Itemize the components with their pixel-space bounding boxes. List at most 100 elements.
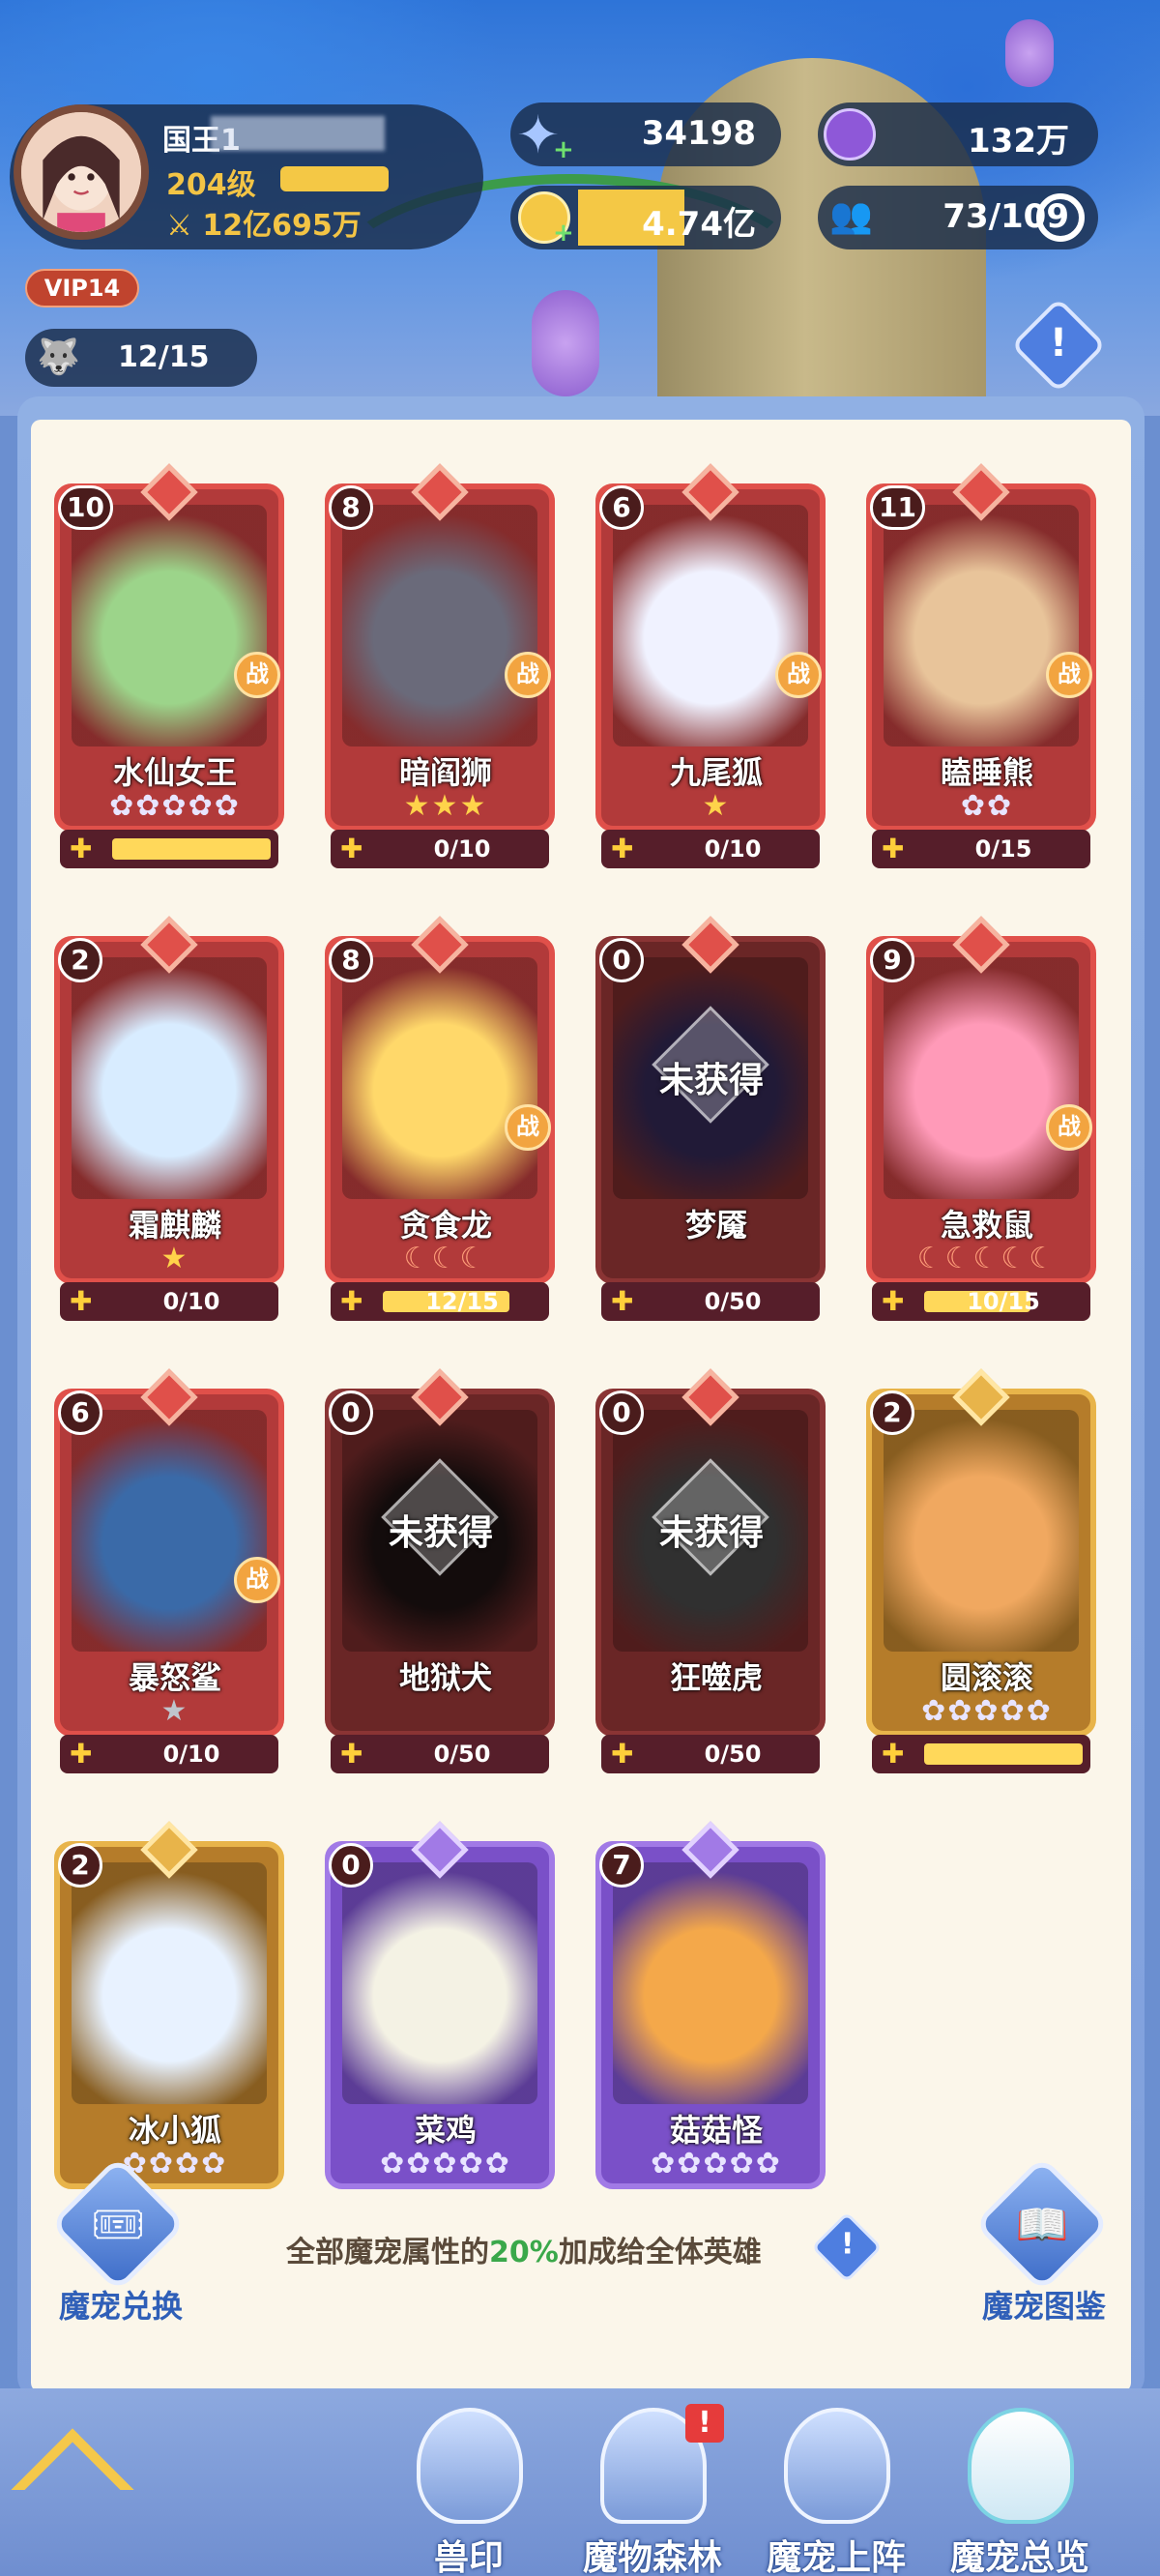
pet-name: 瞌睡熊 (940, 754, 1033, 791)
shard-count: 12/15 (425, 1288, 499, 1315)
pet-star-rating: ✿✿✿✿✿ (921, 1694, 1053, 1728)
add-icon[interactable]: + (553, 135, 574, 164)
pet-card[interactable]: 急救鼠 ☾☾☾☾☾ 9 战 ✚ 10/15 (866, 916, 1096, 1323)
pet-portrait (72, 505, 267, 746)
pet-name: 九尾狐 (669, 754, 763, 791)
level-progress-bar (280, 166, 389, 191)
pet-card[interactable]: 圆滚滚 ✿✿✿✿✿ 2 ✚ (866, 1368, 1096, 1775)
avatar-portrait-icon (21, 112, 141, 232)
shard-progress-bar: ✚ 0/15 (872, 830, 1090, 868)
tab-beast-seal[interactable]: 兽印 (382, 2408, 556, 2576)
sword-shield-icon (784, 2408, 890, 2524)
puzzle-piece-icon: ✚ (70, 833, 93, 864)
pet-level-badge: 7 (599, 1843, 644, 1888)
shard-count: 10/15 (967, 1288, 1040, 1315)
bonus-info-button[interactable]: ! (811, 2211, 883, 2283)
shard-count: 0/10 (162, 1741, 220, 1768)
pet-name: 贪食龙 (398, 1207, 492, 1244)
tab-monster-forest[interactable]: 魔物森林 ! (566, 2404, 740, 2576)
battle-badge: 战 (1046, 1104, 1092, 1151)
puzzle-piece-icon: ✚ (882, 833, 905, 864)
shard-progress-bar: ✚ (872, 1735, 1090, 1773)
pet-star-rating: ☾☾☾☾☾ (916, 1242, 1058, 1275)
pet-level-badge: 2 (870, 1390, 914, 1435)
back-arrow-icon[interactable] (11, 2428, 134, 2552)
pet-level-badge: 10 (58, 485, 113, 530)
purple-currency-pill[interactable]: 132万 (818, 102, 1098, 166)
pet-portrait (342, 1862, 537, 2104)
bonus-description: 全部魔宠属性的20%加成给全体英雄 (286, 2228, 762, 2270)
exclamation-icon: ! (1049, 321, 1068, 366)
crossed-swords-icon: ⚔ (166, 209, 192, 243)
shard-progress-bar: ✚ 0/10 (331, 830, 549, 868)
pet-name: 水仙女王 (112, 754, 237, 791)
puzzle-piece-icon: ✚ (340, 1738, 363, 1770)
pet-portrait (72, 1410, 267, 1652)
tab-pet-overview[interactable]: 魔宠总览 (933, 2408, 1107, 2576)
pet-card[interactable]: 水仙女王 ✿✿✿✿✿ 10 战 ✚ (54, 463, 284, 870)
gold-pill[interactable]: + 4.74亿 (510, 186, 781, 249)
pet-card[interactable]: 九尾狐 ★ 6 战 ✚ 0/10 (595, 463, 826, 870)
pet-portrait (884, 957, 1079, 1199)
shard-count: 0/50 (704, 1741, 762, 1768)
wolf-icon: 🐺 (37, 337, 80, 377)
pet-card[interactable]: 狂噬虎 0 未获得 ✚ 0/50 (595, 1368, 826, 1775)
pet-name: 暴怒鲨 (128, 1659, 221, 1696)
pet-star-rating: ★ (160, 1694, 189, 1728)
flower-decoration (1005, 19, 1054, 87)
tab-pet-deploy[interactable]: 魔宠上阵 (749, 2408, 923, 2576)
shard-count: 0/15 (974, 835, 1032, 863)
card-frame: 霜麒麟 ★ (54, 936, 284, 1284)
battle-badge: 战 (234, 652, 280, 698)
pet-card[interactable]: 梦魇 0 未获得 ✚ 0/50 (595, 916, 826, 1323)
shard-progress-fill (112, 838, 271, 860)
tab-label: 兽印 (433, 2538, 504, 2576)
battle-badge: 战 (505, 652, 551, 698)
ticket-icon: 🎟 (91, 2200, 145, 2250)
party-pill[interactable]: 👥 73/109 (818, 186, 1098, 249)
battle-badge: 战 (234, 1557, 280, 1603)
puzzle-piece-icon: ✚ (340, 833, 363, 864)
battle-badge: 战 (1046, 652, 1092, 698)
pet-codex-label: 魔宠图鉴 (981, 2288, 1106, 2325)
puzzle-piece-icon: ✚ (882, 1285, 905, 1317)
pet-portrait (613, 505, 808, 746)
puzzle-piece-icon: ✚ (611, 1738, 634, 1770)
battle-badge: 战 (775, 652, 822, 698)
shard-progress-bar: ✚ 0/10 (60, 1282, 278, 1321)
shard-progress-bar: ✚ 0/50 (601, 1282, 820, 1321)
diamond-pill[interactable]: ✦ + 34198 (510, 102, 781, 166)
pet-card[interactable]: 瞌睡熊 ✿✿ 11 战 ✚ 0/15 (866, 463, 1096, 870)
pet-card[interactable]: 暴怒鲨 ★ 6 战 ✚ 0/10 (54, 1368, 284, 1775)
panel-footer: 🎟 魔宠兑换 全部魔宠属性的20%加成给全体英雄 ! 📖 魔宠图鉴 (0, 2137, 1160, 2359)
pet-card[interactable]: 暗阎狮 ★★★ 8 战 ✚ 0/10 (325, 463, 555, 870)
pet-name: 急救鼠 (940, 1207, 1033, 1244)
puzzle-piece-icon: ✚ (611, 833, 634, 864)
battle-badge: 战 (505, 1104, 551, 1151)
pet-star-rating: ✿✿✿✿✿ (109, 789, 241, 823)
pet-exchange-button[interactable]: 🎟 (49, 2155, 187, 2293)
add-icon[interactable]: + (553, 219, 574, 248)
pet-codex-button[interactable]: 📖 (973, 2155, 1111, 2293)
pet-level-badge: 9 (870, 938, 914, 982)
pet-card[interactable]: 霜麒麟 ★ 2 ✚ 0/10 (54, 916, 284, 1323)
name-blur-mask (211, 116, 385, 151)
pet-name: 暗阎狮 (398, 754, 492, 791)
pet-card[interactable]: 贪食龙 ☾☾☾ 8 战 ✚ 12/15 (325, 916, 555, 1323)
pet-level-badge: 2 (58, 938, 102, 982)
avatar[interactable] (14, 104, 149, 240)
shard-progress-fill (924, 1743, 1083, 1765)
tab-label: 魔宠总览 (949, 2538, 1089, 2576)
shard-progress-bar: ✚ 0/50 (601, 1735, 820, 1773)
puzzle-piece-icon: ✚ (70, 1738, 93, 1770)
pet-card[interactable]: 地狱犬 0 未获得 ✚ 0/50 (325, 1368, 555, 1775)
vip-badge[interactable]: VIP14 (25, 269, 139, 307)
notification-badge: ! (685, 2404, 724, 2443)
puzzle-piece-icon: ✚ (340, 1285, 363, 1317)
pet-slots-pill[interactable]: 🐺 12/15 (25, 329, 257, 387)
pet-exchange-label: 魔宠兑换 (58, 2288, 183, 2325)
puzzle-piece-icon: ✚ (882, 1738, 905, 1770)
pet-name: 狂噬虎 (669, 1659, 763, 1696)
pet-portrait (884, 1410, 1079, 1652)
bonus-value: 20% (489, 2236, 559, 2269)
